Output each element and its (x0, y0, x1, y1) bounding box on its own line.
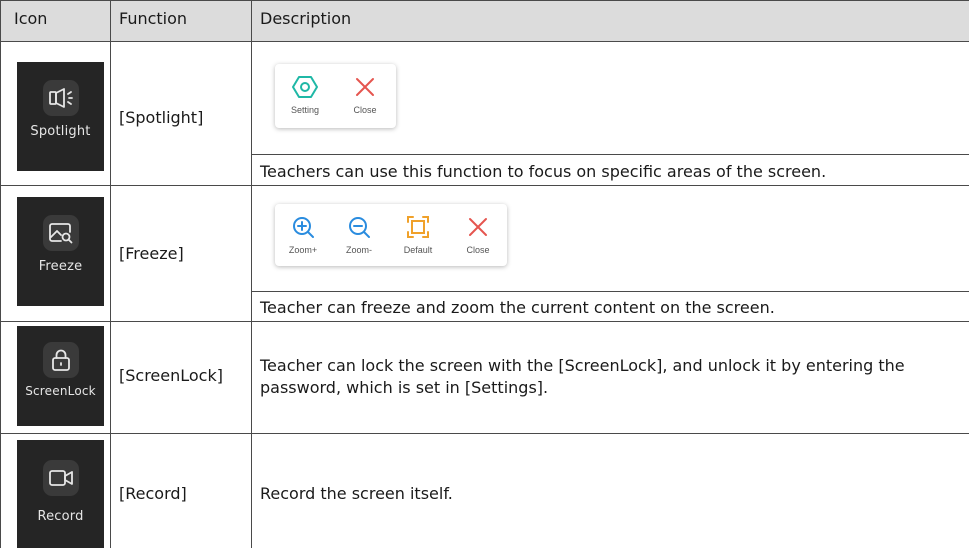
toolbar-label: Default (403, 245, 433, 255)
table-border-left (0, 0, 1, 548)
setting-button[interactable]: Setting (275, 64, 335, 128)
row-divider (0, 185, 969, 186)
header-function: Function (119, 9, 188, 28)
screenlock-tile: ScreenLock (17, 326, 104, 426)
toolbar-label: Close (353, 105, 377, 115)
close-x-icon (465, 214, 491, 240)
column-divider (251, 0, 252, 548)
table-border-top (0, 0, 969, 1)
tile-label: ScreenLock (25, 384, 96, 398)
row-divider (0, 41, 969, 42)
header-icon: Icon (14, 9, 48, 28)
function-table: Icon Function Description Spotlight [Spo… (0, 0, 969, 548)
tile-label: Freeze (38, 259, 83, 274)
function-description: Teachers can use this function to focus … (260, 162, 827, 181)
zoom-in-icon (290, 214, 316, 240)
speaker-spotlight-icon (42, 80, 79, 116)
spotlight-tile: Spotlight (17, 62, 104, 171)
row-divider (0, 433, 969, 434)
default-button[interactable]: Default (387, 204, 449, 266)
spotlight-toolbar: Setting Close (275, 64, 396, 128)
close-button[interactable]: Close (335, 64, 395, 128)
function-description: Record the screen itself. (260, 484, 453, 503)
function-name: [ScreenLock] (119, 366, 223, 385)
cell-divider (251, 154, 969, 155)
column-divider (110, 0, 111, 548)
toolbar-label: Zoom- (345, 245, 372, 255)
zoom-out-icon (346, 214, 372, 240)
toolbar-label: Close (466, 245, 490, 255)
row-divider (0, 321, 969, 322)
close-button[interactable]: Close (449, 204, 507, 266)
frame-default-icon (405, 214, 431, 240)
function-description: Teacher can freeze and zoom the current … (260, 298, 775, 317)
tile-label: Record (37, 509, 84, 524)
zoom-out-button[interactable]: Zoom- (331, 204, 387, 266)
padlock-icon (42, 342, 79, 378)
video-camera-icon (42, 460, 79, 496)
record-tile: Record (17, 440, 104, 548)
toolbar-label: Zoom+ (288, 245, 318, 255)
function-name: [Record] (119, 484, 187, 503)
close-x-icon (352, 74, 378, 100)
zoom-in-button[interactable]: Zoom+ (275, 204, 331, 266)
toolbar-label: Setting (290, 105, 320, 115)
image-search-freeze-icon (42, 215, 79, 251)
tile-label: Spotlight (30, 124, 91, 139)
freeze-toolbar: Zoom+ Zoom- Default Close (275, 204, 507, 266)
hexagon-setting-icon (292, 74, 318, 100)
function-name: [Spotlight] (119, 108, 204, 127)
function-description: Teacher can lock the screen with the [Sc… (260, 356, 905, 397)
header-description: Description (260, 9, 352, 28)
freeze-tile: Freeze (17, 197, 104, 306)
cell-divider (251, 291, 969, 292)
function-name: [Freeze] (119, 244, 184, 263)
